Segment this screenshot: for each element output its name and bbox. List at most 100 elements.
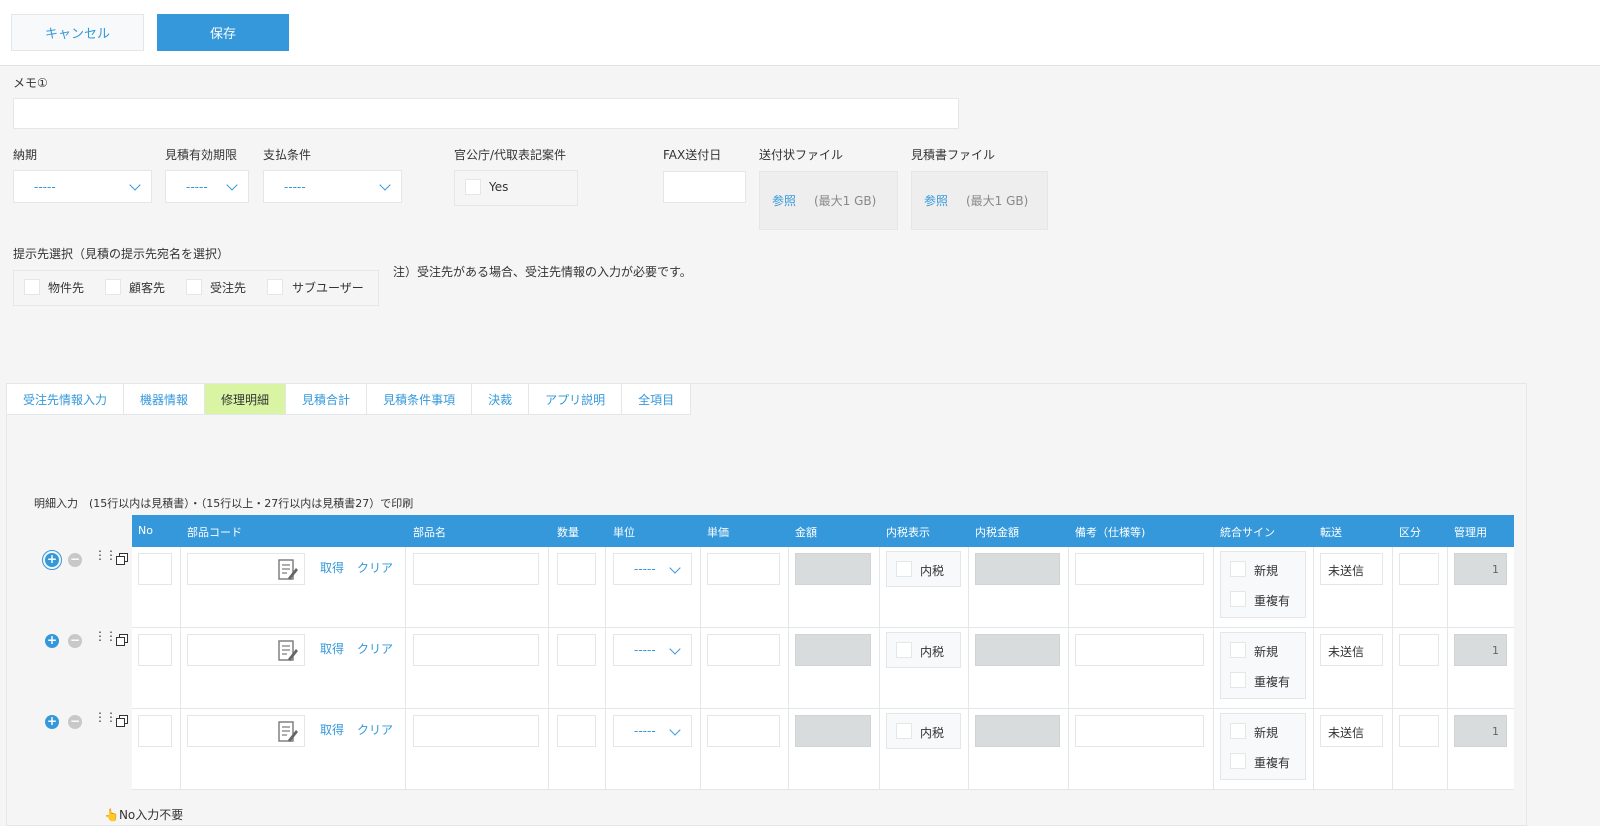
cancel-button[interactable]: キャンセル (11, 14, 144, 51)
part-code-input[interactable] (187, 553, 305, 585)
recipient-checkbox-property[interactable] (24, 279, 40, 295)
remarks-input[interactable] (1075, 553, 1204, 585)
duplicate-checkbox[interactable] (1230, 672, 1246, 688)
estimate-file-browse-link[interactable]: 参照 (924, 192, 948, 209)
unit-select[interactable]: ----- (613, 553, 692, 585)
government-yes-checkbox[interactable] (465, 179, 481, 195)
unit-price-input[interactable] (707, 715, 780, 747)
no-input[interactable] (138, 634, 172, 666)
duplicate-checkbox[interactable] (1230, 591, 1246, 607)
recipient-checkbox-orderer[interactable] (186, 279, 202, 295)
new-checkbox[interactable] (1230, 723, 1246, 739)
tab-all-items[interactable]: 全項目 (622, 383, 692, 415)
recipient-checkbox-customer[interactable] (105, 279, 121, 295)
part-code-input[interactable] (187, 715, 305, 747)
government-checkbox-group: Yes (454, 170, 578, 206)
merge-sign-group: 新規 重複有 (1220, 551, 1306, 618)
minus-circle-icon[interactable]: − (68, 553, 82, 567)
recipient-checkbox-subuser[interactable] (267, 279, 283, 295)
management-field: 1 (1454, 715, 1507, 747)
part-code-input[interactable] (187, 634, 305, 666)
copy-icon[interactable] (116, 715, 129, 728)
new-checkbox[interactable] (1230, 561, 1246, 577)
delivery-select[interactable]: ----- (13, 170, 152, 203)
clear-part-link[interactable]: クリア (357, 640, 393, 657)
edit-note-icon[interactable] (278, 721, 298, 743)
get-part-link[interactable]: 取得 (320, 640, 344, 657)
tab-equipment-info[interactable]: 機器情報 (124, 383, 206, 415)
delivery-select-value: ----- (34, 180, 56, 194)
edit-note-icon[interactable] (278, 559, 298, 581)
clear-part-link[interactable]: クリア (357, 559, 393, 576)
management-value: 1 (1492, 563, 1499, 576)
part-name-input[interactable] (413, 634, 539, 666)
unit-price-input[interactable] (707, 553, 780, 585)
transfer-status: 未送信 (1328, 645, 1365, 659)
col-unit: 単位 (613, 526, 635, 539)
quantity-input[interactable] (557, 715, 596, 747)
remarks-input[interactable] (1075, 715, 1204, 747)
edit-note-icon[interactable] (278, 640, 298, 662)
duplicate-checkbox[interactable] (1230, 753, 1246, 769)
drag-handle-icon[interactable]: ⋮⋮ (94, 711, 117, 723)
tax-checkbox[interactable] (896, 561, 912, 577)
chevron-down-icon (669, 562, 681, 574)
copy-icon[interactable] (116, 553, 129, 566)
estimate-file-max-size: (最大1 GB) (966, 194, 1029, 208)
tab-estimate-total[interactable]: 見積合計 (286, 383, 368, 415)
recipient-note: 注）受注先がある場合、受注先情報の入力が必要です。 (393, 265, 692, 279)
minus-circle-icon[interactable]: − (68, 715, 82, 729)
drag-handle-icon[interactable]: ⋮⋮ (94, 549, 117, 561)
quantity-input[interactable] (557, 634, 596, 666)
category-input[interactable] (1399, 715, 1439, 747)
get-part-link[interactable]: 取得 (320, 721, 344, 738)
remarks-input[interactable] (1075, 634, 1204, 666)
tax-checkbox[interactable] (896, 723, 912, 739)
cover-file-label: 送付状ファイル (759, 148, 844, 162)
plus-circle-icon[interactable]: + (45, 634, 59, 648)
minus-circle-icon[interactable]: − (68, 634, 82, 648)
new-checkbox[interactable] (1230, 642, 1246, 658)
unit-select[interactable]: ----- (613, 634, 692, 666)
tab-approval[interactable]: 決裁 (472, 383, 530, 415)
fax-date-label: FAX送付日 (663, 148, 722, 162)
tax-checkbox[interactable] (896, 642, 912, 658)
validity-select[interactable]: ----- (165, 170, 249, 203)
recipient-label-property: 物件先 (48, 281, 85, 295)
tab-app-description[interactable]: アプリ説明 (529, 383, 623, 415)
drag-handle-icon[interactable]: ⋮⋮ (94, 630, 117, 642)
no-input[interactable] (138, 715, 172, 747)
table-row: 取得 クリア ----- 内税 新規 重複有 未送信 1 (132, 547, 1514, 628)
cover-file-browse-link[interactable]: 参照 (772, 192, 796, 209)
unit-select-value: ----- (634, 724, 656, 738)
category-input[interactable] (1399, 553, 1439, 585)
part-name-input[interactable] (413, 553, 539, 585)
tab-orderer-info[interactable]: 受注先情報入力 (6, 383, 125, 415)
get-part-link[interactable]: 取得 (320, 559, 344, 576)
save-button[interactable]: 保存 (157, 14, 289, 51)
plus-circle-icon[interactable]: + (42, 550, 62, 570)
tab-repair-details[interactable]: 修理明細 (205, 383, 287, 415)
transfer-status: 未送信 (1328, 564, 1365, 578)
clear-part-link[interactable]: クリア (357, 721, 393, 738)
col-amount: 金額 (795, 526, 817, 539)
unit-select[interactable]: ----- (613, 715, 692, 747)
memo-input[interactable] (13, 98, 959, 129)
fax-date-input[interactable] (663, 171, 746, 203)
unit-price-input[interactable] (707, 634, 780, 666)
merge-sign-group: 新規 重複有 (1220, 713, 1306, 780)
delivery-label: 納期 (13, 148, 38, 162)
category-input[interactable] (1399, 634, 1439, 666)
chevron-down-icon (226, 179, 238, 191)
copy-icon[interactable] (116, 634, 129, 647)
payment-select[interactable]: ----- (263, 170, 402, 203)
tab-estimate-terms[interactable]: 見積条件事項 (367, 383, 473, 415)
no-input[interactable] (138, 553, 172, 585)
new-label: 新規 (1254, 726, 1279, 740)
plus-circle-icon[interactable]: + (45, 715, 59, 729)
col-management: 管理用 (1454, 526, 1487, 539)
payment-select-value: ----- (284, 180, 306, 194)
part-name-input[interactable] (413, 715, 539, 747)
quantity-input[interactable] (557, 553, 596, 585)
tax-label: 内税 (920, 645, 945, 659)
